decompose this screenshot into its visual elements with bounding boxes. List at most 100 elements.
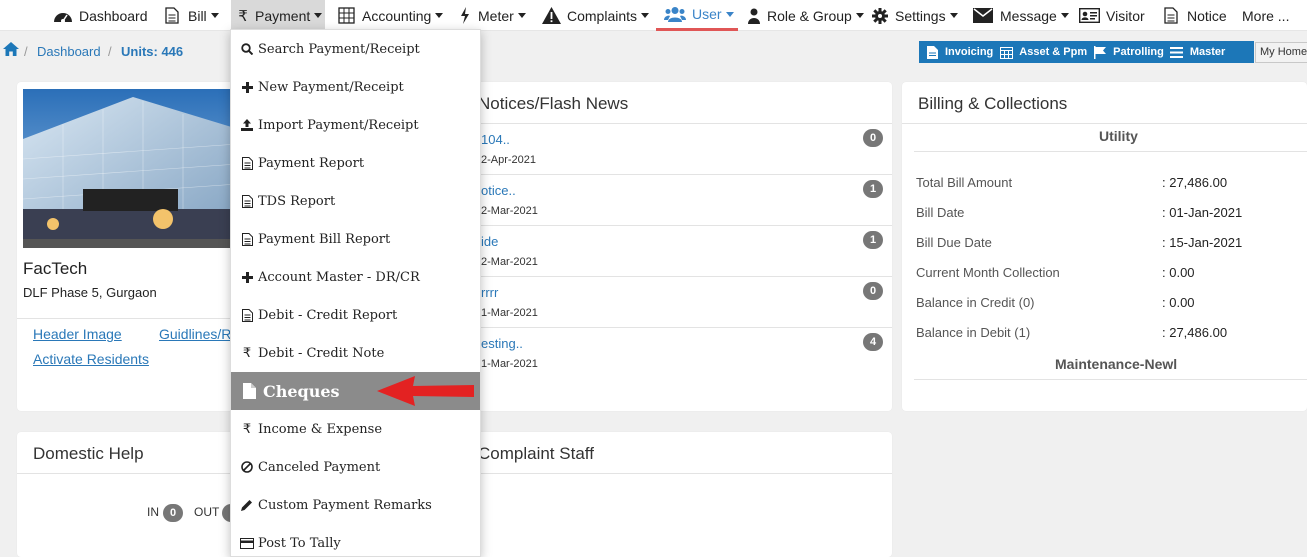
breadcrumb-separator: / bbox=[24, 44, 28, 59]
menu-item-label: Account Master - DR/CR bbox=[258, 269, 420, 285]
notices-title: Notices/Flash News bbox=[478, 94, 629, 113]
nav-user-label: User bbox=[692, 6, 722, 22]
nav-dashboard[interactable]: Dashboard bbox=[53, 0, 148, 31]
notice-item-date: 2-Mar-2021 bbox=[481, 205, 538, 217]
header-image-link[interactable]: Header Image bbox=[33, 326, 122, 342]
notice-item-date: 1-Mar-2021 bbox=[481, 307, 538, 319]
notice-count-badge: 1 bbox=[863, 231, 883, 249]
menu-item-label: New Payment/Receipt bbox=[258, 79, 404, 95]
plus-icon bbox=[240, 270, 254, 284]
nav-user[interactable]: User bbox=[656, 0, 738, 31]
notice-item-title[interactable]: 104.. bbox=[481, 132, 510, 147]
bill-row-value: : 0.00 bbox=[1162, 295, 1195, 310]
menu-item-post-to-tally[interactable]: Post To Tally bbox=[231, 524, 480, 557]
divider bbox=[914, 379, 1307, 380]
menu-item-payment-report[interactable]: Payment Report bbox=[231, 144, 480, 182]
nav-role-group[interactable]: Role & Group bbox=[747, 0, 864, 31]
home-icon[interactable] bbox=[3, 42, 19, 61]
nav-meter-label: Meter bbox=[478, 7, 514, 24]
quicklink-patrolling[interactable]: Patrolling bbox=[1087, 45, 1164, 59]
calendar-icon bbox=[999, 45, 1013, 59]
notice-item-date: 2-Mar-2021 bbox=[481, 256, 538, 268]
menu-item-label: Canceled Payment bbox=[258, 459, 381, 475]
nav-accounting[interactable]: Accounting bbox=[336, 0, 444, 31]
bill-row-value: : 01-Jan-2021 bbox=[1162, 205, 1243, 220]
notice-item-title[interactable]: ide bbox=[481, 234, 498, 249]
top-navbar: Dashboard Bill ₹ Payment Accounting Mete… bbox=[0, 0, 1307, 31]
quicklink-patrolling-label: Patrolling bbox=[1113, 46, 1164, 58]
nav-meter[interactable]: Meter bbox=[458, 0, 526, 31]
activate-residents-link[interactable]: Activate Residents bbox=[33, 351, 149, 367]
user-icon bbox=[747, 7, 761, 25]
bill-row-label: Current Month Collection bbox=[916, 265, 1060, 280]
nav-message[interactable]: Message bbox=[972, 0, 1069, 31]
document-icon bbox=[162, 7, 182, 25]
breadcrumb-dashboard[interactable]: Dashboard bbox=[37, 44, 101, 59]
gear-icon bbox=[871, 7, 889, 25]
menu-item-search-payment[interactable]: Search Payment/Receipt bbox=[231, 30, 480, 68]
menu-item-label: TDS Report bbox=[258, 193, 336, 209]
quicklink-invoicing[interactable]: Invoicing bbox=[919, 45, 993, 59]
nav-bill-label: Bill bbox=[188, 7, 207, 24]
nav-complaints[interactable]: Complaints bbox=[541, 0, 650, 31]
breadcrumb-units: Units: 446 bbox=[121, 44, 184, 59]
caret-down-icon bbox=[435, 13, 444, 18]
rupee-icon: ₹ bbox=[242, 421, 252, 437]
nav-accounting-label: Accounting bbox=[362, 7, 432, 24]
notice-item-title[interactable]: esting.. bbox=[481, 336, 523, 351]
menu-item-label: Income & Expense bbox=[258, 421, 383, 437]
notice-item-title[interactable]: rrrr bbox=[481, 285, 498, 300]
menu-item-tds-report[interactable]: TDS Report bbox=[231, 182, 480, 220]
quicklink-master[interactable]: Master bbox=[1164, 45, 1225, 59]
menu-item-payment-bill-report[interactable]: Payment Bill Report bbox=[231, 220, 480, 258]
nav-role-group-label: Role & Group bbox=[767, 7, 852, 24]
society-address: DLF Phase 5, Gurgaon bbox=[23, 285, 157, 300]
nav-visitor[interactable]: Visitor bbox=[1078, 0, 1145, 31]
menu-item-debit-credit-note[interactable]: ₹ Debit - Credit Note bbox=[231, 334, 480, 372]
nav-bill[interactable]: Bill bbox=[162, 0, 219, 31]
id-card-icon bbox=[1078, 7, 1100, 25]
divider bbox=[902, 123, 1307, 124]
bill-row-value: : 27,486.00 bbox=[1162, 175, 1228, 190]
pencil-icon bbox=[240, 498, 254, 512]
guidelines-link[interactable]: Guidlines/R bbox=[159, 326, 231, 342]
menu-item-label: Payment Bill Report bbox=[258, 231, 391, 247]
divider bbox=[464, 225, 892, 226]
menu-item-income-expense[interactable]: ₹ Income & Expense bbox=[231, 410, 480, 448]
nav-payment[interactable]: ₹ Payment bbox=[231, 0, 325, 31]
flag-icon bbox=[1093, 45, 1107, 59]
billing-title: Billing & Collections bbox=[918, 94, 1068, 113]
menu-item-custom-remarks[interactable]: Custom Payment Remarks bbox=[231, 486, 480, 524]
nav-dashboard-label: Dashboard bbox=[79, 7, 148, 24]
menu-item-canceled-payment[interactable]: Canceled Payment bbox=[231, 448, 480, 486]
menu-item-debit-credit-report[interactable]: Debit - Credit Report bbox=[231, 296, 480, 334]
notice-item-title[interactable]: otice.. bbox=[481, 183, 516, 198]
nav-payment-label: Payment bbox=[255, 7, 311, 24]
document-icon bbox=[240, 156, 254, 170]
menu-item-import-payment[interactable]: Import Payment/Receipt bbox=[231, 106, 480, 144]
my-home-button[interactable]: My Home bbox=[1255, 42, 1307, 63]
rupee-icon: ₹ bbox=[238, 7, 248, 25]
plus-icon bbox=[240, 80, 254, 94]
quicklink-asset-ppm[interactable]: Asset & Ppm bbox=[993, 45, 1087, 59]
nav-more[interactable]: More ... bbox=[1242, 0, 1289, 31]
notice-count-badge: 4 bbox=[863, 333, 883, 351]
caret-down-icon bbox=[517, 13, 526, 18]
domestic-help-title: Domestic Help bbox=[33, 444, 144, 463]
divider bbox=[464, 174, 892, 175]
calculator-icon bbox=[336, 7, 356, 25]
bill-row-value: : 27,486.00 bbox=[1162, 325, 1228, 340]
menu-item-account-master[interactable]: Account Master - DR/CR bbox=[231, 258, 480, 296]
maintenance-heading: Maintenance-Newl bbox=[1055, 356, 1178, 372]
in-count-badge: 0 bbox=[163, 504, 183, 522]
bolt-icon bbox=[458, 7, 472, 25]
nav-notice[interactable]: Notice bbox=[1161, 0, 1227, 31]
quicklink-master-label: Master bbox=[1189, 46, 1226, 58]
menu-item-new-payment[interactable]: New Payment/Receipt bbox=[231, 68, 480, 106]
document-icon bbox=[1161, 7, 1181, 25]
breadcrumb-separator: / bbox=[108, 44, 112, 59]
menu-item-label: Cheques bbox=[263, 381, 340, 401]
nav-settings[interactable]: Settings bbox=[871, 0, 958, 31]
bars-icon bbox=[1170, 45, 1184, 59]
document-icon bbox=[925, 45, 939, 59]
